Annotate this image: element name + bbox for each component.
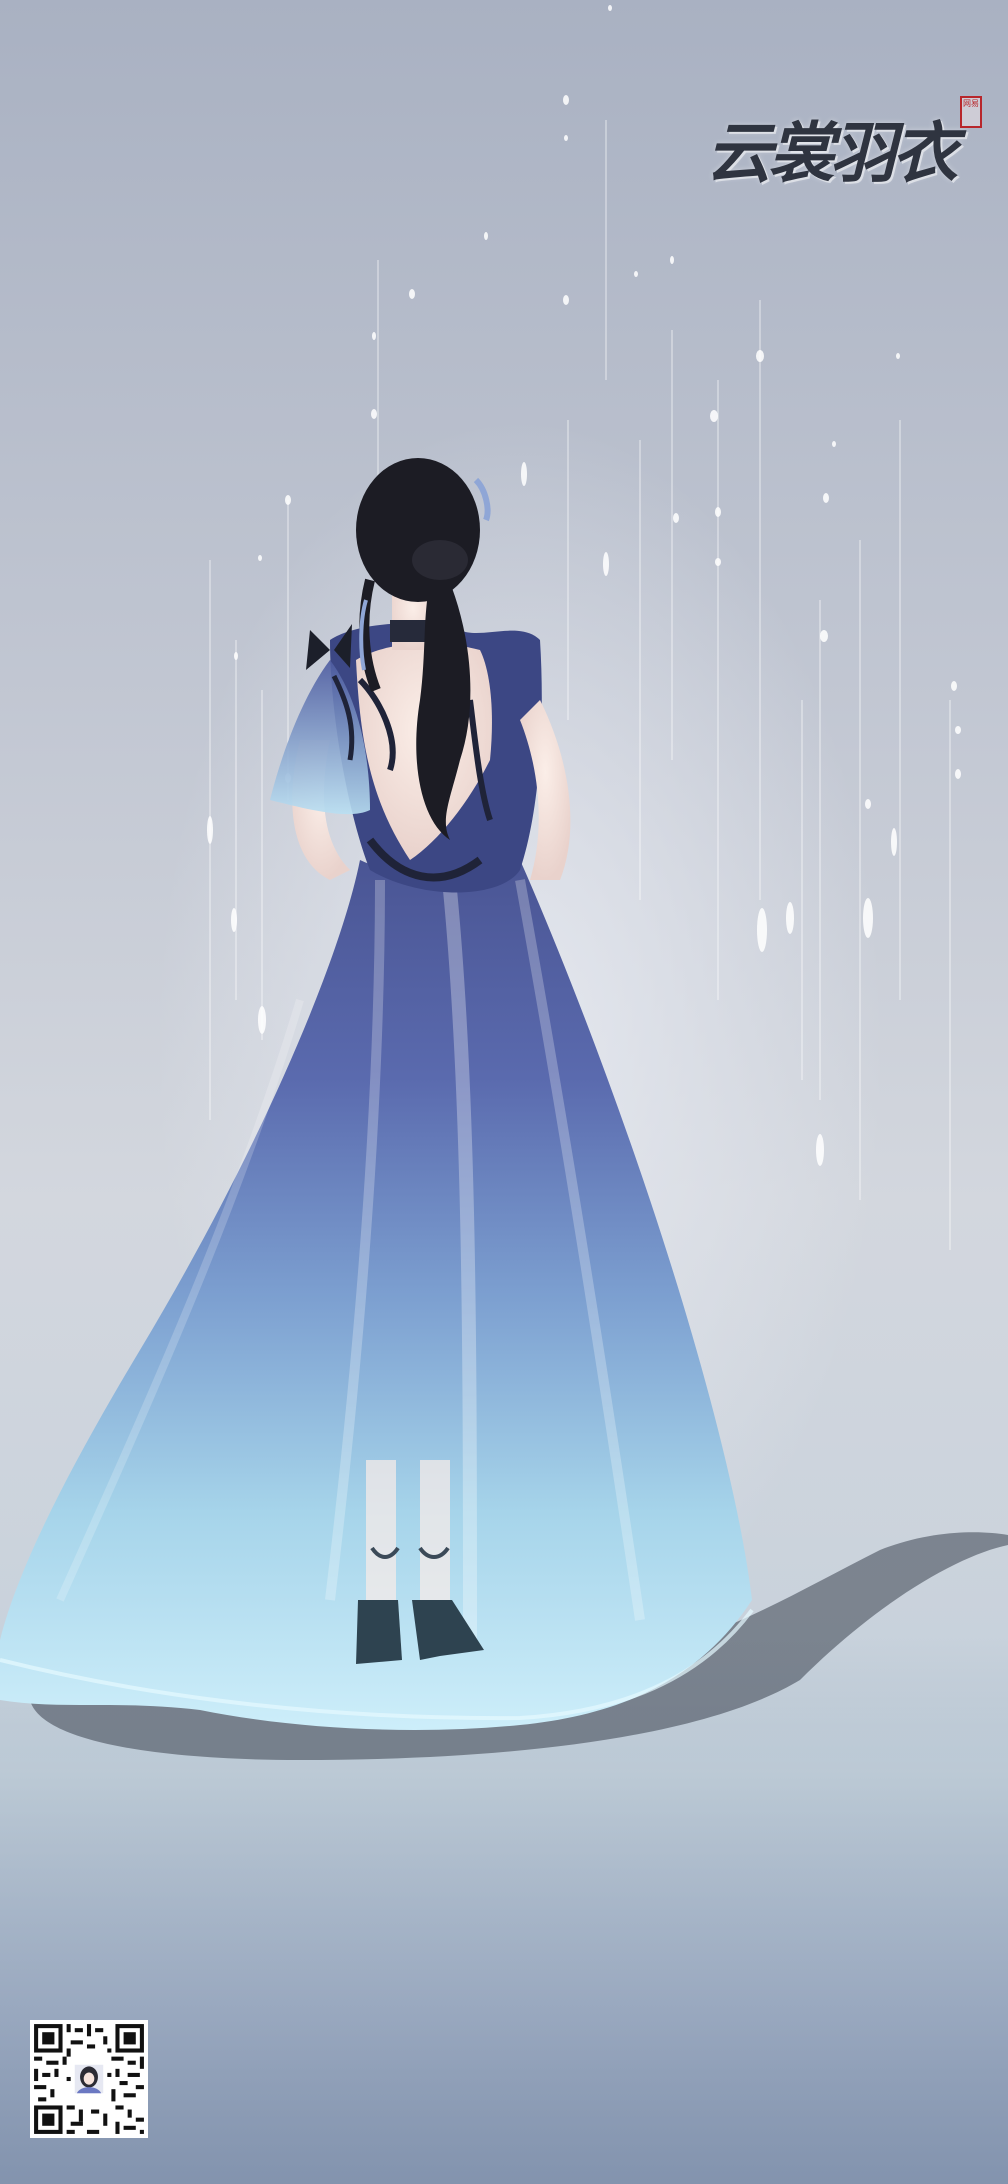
avatar-icon xyxy=(74,2064,104,2094)
logo-text: 云裳羽衣 xyxy=(706,114,958,192)
seal-icon: 网易 xyxy=(960,96,982,128)
qr-code-pattern xyxy=(30,2020,148,2138)
game-logo: 云裳羽衣 网易 xyxy=(706,96,982,196)
qr-code-icon xyxy=(30,2020,148,2138)
character-figure xyxy=(0,458,1008,1760)
